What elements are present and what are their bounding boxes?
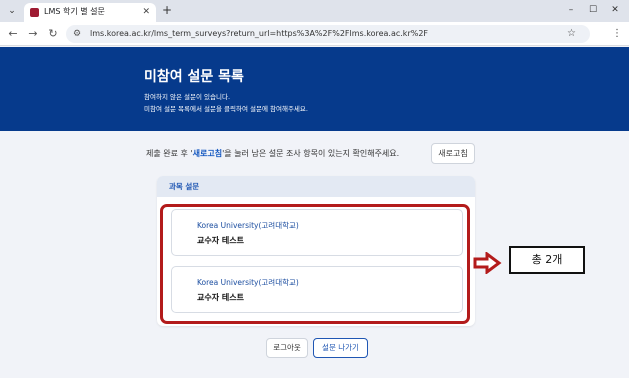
notice-text-before: 제출 완료 후 ' [146, 149, 193, 158]
new-tab-icon[interactable]: + [160, 3, 174, 17]
panel-header: 과목 설문 [157, 176, 475, 197]
back-icon[interactable]: ← [6, 27, 20, 41]
page-title: 미참여 설문 목록 [144, 69, 244, 85]
exit-survey-button[interactable]: 설문 나가기 [313, 338, 368, 358]
url-text[interactable]: lms.korea.ac.kr/lms_term_surveys?return_… [90, 28, 428, 40]
tab-close-icon[interactable]: ✕ [142, 6, 150, 18]
refresh-button[interactable]: 새로고침 [431, 143, 475, 164]
page-description-1: 참여하지 않은 설문이 있습니다. [144, 93, 231, 101]
page-header: 미참여 설문 목록 참여하지 않은 설문이 있습니다. 미참여 설문 목록에서 … [0, 47, 629, 131]
site-info-icon[interactable]: ⚙ [73, 28, 81, 40]
annotation-highlight-box [160, 204, 470, 324]
address-bar[interactable]: ⚙ lms.korea.ac.kr/lms_term_surveys?retur… [66, 25, 590, 43]
maximize-icon[interactable]: ☐ [584, 3, 602, 17]
notice-highlight: 새로고침 [192, 149, 223, 158]
panel-title: 과목 설문 [169, 182, 200, 191]
browser-toolbar: ← → ↻ ⚙ lms.korea.ac.kr/lms_term_surveys… [0, 22, 629, 46]
page-description-2: 미참여 설문 목록에서 설문을 클릭하여 설문에 참여해주세요. [144, 105, 308, 113]
tab-title: LMS 학기 별 설문 [44, 7, 105, 16]
window-close-icon[interactable]: ✕ [606, 3, 624, 17]
notice-text-after: '을 눌러 남은 설문 조사 항목이 있는지 확인해주세요. [222, 149, 400, 158]
browser-tab[interactable]: LMS 학기 별 설문 ✕ [24, 3, 156, 22]
refresh-notice: 제출 완료 후 '새로고침'을 눌러 남은 설문 조사 항목이 있는지 확인해주… [146, 148, 399, 159]
browser-tabbar: ⌄ LMS 학기 별 설문 ✕ + – ☐ ✕ [0, 0, 629, 22]
tab-search-icon[interactable]: ⌄ [4, 3, 20, 19]
favicon-icon [30, 8, 39, 17]
minimize-icon[interactable]: – [562, 3, 580, 17]
annotation-count-label: 총 2개 [509, 246, 585, 274]
forward-icon[interactable]: → [26, 27, 40, 41]
browser-menu-icon[interactable]: ⋮ [612, 27, 622, 41]
reload-icon[interactable]: ↻ [46, 27, 60, 41]
logout-button[interactable]: 로그아웃 [266, 338, 308, 358]
annotation-arrow-icon [473, 252, 502, 274]
bookmark-star-icon[interactable]: ☆ [567, 27, 576, 41]
